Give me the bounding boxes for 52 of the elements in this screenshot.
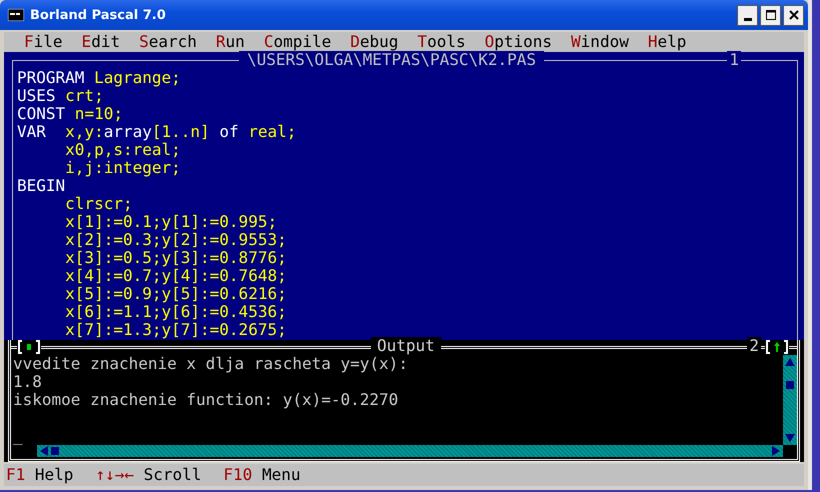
- scroll-up-icon[interactable]: [784, 356, 796, 367]
- code-line: x[4]:=0.7;y[4]:=0.7648;: [64, 267, 287, 285]
- code-line: x0,p,s:real;: [64, 141, 181, 159]
- scroll-left-icon[interactable]: [39, 444, 49, 457]
- scroll-down-icon[interactable]: [784, 432, 796, 443]
- menu-item[interactable]: Search: [139, 32, 197, 52]
- code-line: x[6]:=1.1;y[6]:=0.4536;: [64, 303, 287, 321]
- code-line: USES crt;: [17, 87, 104, 105]
- code-line: CONST n=10;: [17, 105, 123, 123]
- code-line: clrscr;: [64, 195, 133, 213]
- shortcut-hint[interactable]: F1 Help: [6, 465, 74, 485]
- scroll-thumb[interactable]: [51, 446, 59, 455]
- output-line: 1.8: [13, 372, 42, 391]
- menu-item[interactable]: Compile: [264, 32, 332, 52]
- code-line: VAR x,y:array[1..n] of real;: [17, 123, 296, 141]
- file-path-title: \USERS\OLGA\METPAS\PASC\K2.PAS: [239, 51, 544, 69]
- code-line: BEGIN: [17, 177, 66, 195]
- menu-item[interactable]: Window: [571, 32, 629, 52]
- menu-item[interactable]: Options: [484, 32, 552, 52]
- menu-item[interactable]: Debug: [350, 32, 398, 52]
- text-cursor: _: [13, 426, 23, 445]
- shortcut-hint[interactable]: ↑↓→← Scroll: [95, 465, 202, 485]
- output-title: Output: [371, 337, 441, 355]
- window-title: Borland Pascal 7.0: [30, 8, 167, 22]
- menu-item[interactable]: Edit: [82, 32, 120, 52]
- code-line: x[2]:=0.3;y[2]:=0.9553;: [64, 231, 287, 249]
- close-box-icon[interactable]: [17, 340, 41, 354]
- code-line: x[7]:=1.3;y[7]:=0.2675;: [64, 321, 287, 339]
- zoom-arrow-icon[interactable]: [765, 340, 789, 354]
- vertical-scrollbar[interactable]: [783, 354, 797, 445]
- menu-item[interactable]: Help: [648, 32, 686, 52]
- output-line: vvedite znachenie x dlja rascheta y=y(x):: [13, 354, 408, 373]
- code-line: x[5]:=0.9;y[5]:=0.6216;: [64, 285, 287, 303]
- close-button[interactable]: [783, 4, 804, 26]
- minimize-icon: [744, 18, 752, 20]
- minimize-button[interactable]: [737, 4, 758, 26]
- code-line: x[3]:=0.5;y[3]:=0.8776;: [64, 249, 287, 267]
- output-line: iskomoe znachenie function: y(x)=-0.2270: [13, 390, 398, 409]
- code-line: i,j:integer;: [64, 159, 181, 177]
- menu-item[interactable]: Run: [216, 32, 245, 52]
- shortcut-hint[interactable]: F10 Menu: [223, 465, 300, 485]
- maximize-icon: [766, 10, 776, 20]
- console-icon: [8, 9, 24, 21]
- menu-item[interactable]: Tools: [417, 32, 466, 52]
- maximize-button[interactable]: [760, 4, 781, 26]
- code-line: PROGRAM Lagrange;: [17, 69, 181, 87]
- scroll-thumb[interactable]: [786, 380, 794, 389]
- close-icon: [788, 10, 798, 20]
- code-line: x[1]:=0.1;y[1]:=0.995;: [64, 213, 278, 231]
- menu-item[interactable]: File: [24, 32, 63, 52]
- horizontal-scrollbar[interactable]: [37, 444, 783, 457]
- scroll-right-icon[interactable]: [771, 444, 781, 457]
